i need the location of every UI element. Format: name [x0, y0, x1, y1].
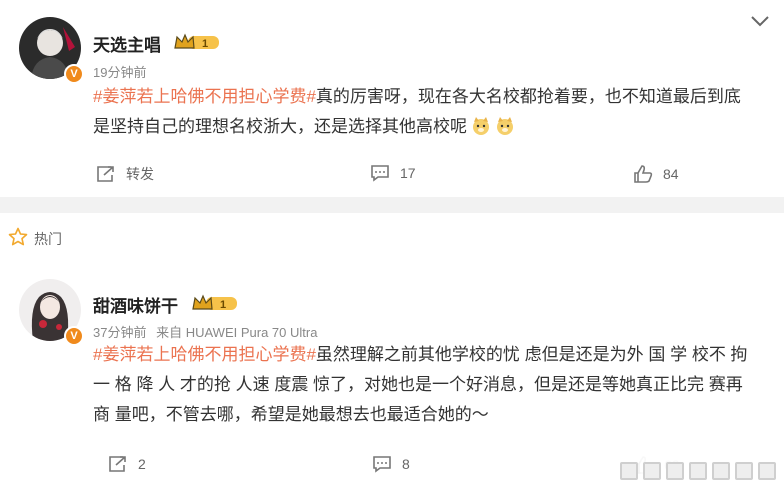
doge-emoji: [473, 117, 489, 135]
hashtag-link[interactable]: #姜萍若上哈佛不用担心学费#: [93, 345, 316, 364]
repost-label: 转发: [126, 166, 154, 182]
text-line: 商 量吧，不管去哪，希望是她最想去也最适合她的～: [93, 405, 489, 424]
comment-text: #姜萍若上哈佛不用担心学费#真的厉害呀，现在各大名校都抢着要，也不知道最后到底 …: [93, 82, 773, 142]
repost-icon: [109, 456, 126, 472]
comment-button[interactable]: 8: [372, 455, 410, 473]
hot-section-header: 热门: [0, 213, 784, 262]
comment-button[interactable]: 17: [370, 164, 416, 182]
text-line: 是坚持自己的理想名校浙大，还是选择其他高校呢: [93, 117, 467, 136]
like-button[interactable]: 84: [633, 164, 679, 184]
level-number: 1: [202, 38, 208, 50]
username[interactable]: 甜酒味饼干: [93, 292, 178, 317]
source-text: 来自 HUAWEI Pura 70 Ultra: [156, 325, 318, 340]
comment-count: 8: [402, 456, 410, 472]
level-number: 1: [220, 299, 226, 311]
comment-card: V 天选主唱 1 19分钟前 #姜萍若上哈佛不用担心学费#真的厉害呀，现在各大名…: [0, 0, 784, 197]
username[interactable]: 天选主唱: [93, 31, 161, 56]
verified-v-icon: V: [64, 64, 84, 84]
comment-count: 17: [400, 165, 416, 181]
repost-icon: [97, 166, 114, 182]
doge-emoji: [497, 117, 513, 135]
crown-level-icon: 1: [174, 33, 220, 51]
star-icon: [8, 227, 28, 246]
timestamp: 37分钟前 来自 HUAWEI Pura 70 Ultra: [93, 322, 317, 341]
hashtag-link[interactable]: #姜萍若上哈佛不用担心学费#: [93, 87, 316, 106]
text-line: 一 格 降 人 才的抢 人速 度震 惊了，对她也是一个好消息，但是还是等她真正比…: [93, 375, 743, 394]
repost-button[interactable]: 2: [108, 455, 146, 473]
section-divider: [0, 197, 784, 213]
crown-level-icon: 1: [192, 294, 238, 312]
repost-button[interactable]: 转发: [96, 164, 154, 184]
verified-v-icon: V: [64, 326, 84, 346]
timestamp: 19分钟前: [93, 65, 147, 80]
repost-count: 2: [138, 456, 146, 472]
timestamp-text: 37分钟前: [93, 325, 147, 340]
text-line: 虽然理解之前其他学校的忧 虑但是还是为外 国 学 校不 拘: [315, 345, 748, 364]
chevron-down-icon[interactable]: [750, 14, 770, 28]
comment-icon: [373, 456, 391, 473]
watermark-mark: [620, 462, 776, 480]
like-icon: [634, 165, 653, 183]
hot-label: 热门: [34, 231, 62, 247]
like-count: 84: [663, 166, 679, 182]
comment-text: #姜萍若上哈佛不用担心学费#虽然理解之前其他学校的忧 虑但是还是为外 国 学 校…: [93, 340, 773, 430]
comment-icon: [371, 165, 389, 182]
text-line: 真的厉害呀，现在各大名校都抢着要，也不知道最后到底: [315, 87, 741, 106]
